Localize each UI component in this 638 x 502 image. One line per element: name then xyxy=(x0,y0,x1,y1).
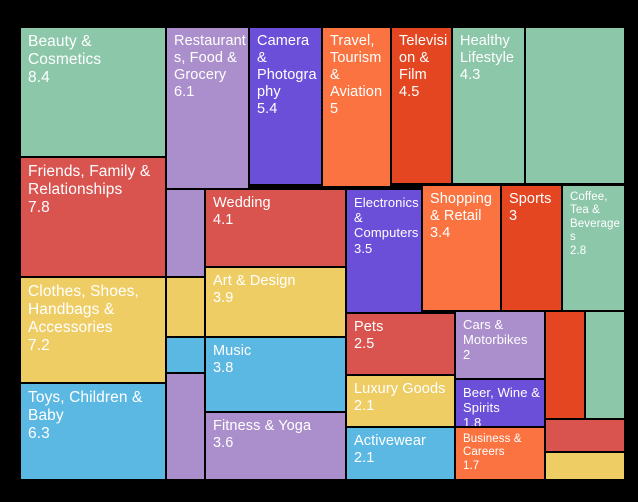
tile-category-label: Shopping & Retail xyxy=(430,191,493,224)
tile-category-label: Restaurants, Food & Grocery xyxy=(174,33,246,83)
treemap-tile-toys-children-baby[interactable]: Toys, Children & Baby 6.3 xyxy=(20,383,166,480)
tile-value-label: 3.4 xyxy=(430,224,451,241)
tile-value-label: 1.7 xyxy=(463,459,480,472)
tile-category-label: Electronics & Computers xyxy=(354,195,419,241)
treemap-tile-beauty-cosmetics[interactable]: Beauty & Cosmetics 8.4 xyxy=(20,27,166,157)
tile-value-label: 3.9 xyxy=(213,289,234,306)
treemap-chart: Beauty & Cosmetics 8.4 Friends, Family & R… xyxy=(0,0,638,502)
treemap-tile-beer-wine-spirits[interactable]: Beer, Wine & Spirits 1.8 xyxy=(455,379,545,427)
treemap-tile-unlabeled-14[interactable] xyxy=(166,189,205,277)
treemap-tile-unlabeled-16[interactable] xyxy=(166,337,205,373)
tile-category-label: Fitness & Yoga xyxy=(213,418,312,434)
tile-category-label: Friends, Family & Relationships xyxy=(28,163,151,199)
tile-value-label: 2.1 xyxy=(354,449,375,466)
treemap-tile-unlabeled-30[interactable] xyxy=(545,419,625,452)
tile-category-label: Beer, Wine & Spirits xyxy=(463,385,541,416)
treemap-tile-unlabeled-15[interactable] xyxy=(166,277,205,337)
treemap-tile-television-film[interactable]: Television & Film 4.5 xyxy=(391,27,452,184)
tile-category-label: Travel, Tourism & Aviation xyxy=(330,33,383,100)
tile-category-label: Activewear xyxy=(354,433,426,449)
tile-value-label: 1.8 xyxy=(463,415,482,427)
tile-category-label: Business & Careers xyxy=(463,433,522,459)
treemap-tile-unlabeled-9[interactable] xyxy=(525,27,625,184)
treemap-tile-wedding[interactable]: Wedding 4.1 xyxy=(205,189,346,267)
treemap-tile-unlabeled-28[interactable] xyxy=(545,311,585,419)
treemap-tile-coffee-tea-beverages[interactable]: Coffee, Tea & Beverages 2.8 xyxy=(562,185,625,311)
tile-value-label: 3.8 xyxy=(213,359,234,376)
treemap-tile-unlabeled-29[interactable] xyxy=(585,311,625,419)
tile-category-label: Luxury Goods xyxy=(354,381,446,397)
treemap-tile-electronics-computers[interactable]: Electronics & Computers 3.5 xyxy=(346,189,422,313)
treemap-tile-luxury-goods[interactable]: Luxury Goods 2.1 xyxy=(346,375,455,427)
treemap-tile-cars-motorbikes[interactable]: Cars & Motorbikes 2 xyxy=(455,311,545,379)
tile-category-label: Wedding xyxy=(213,195,271,211)
tile-value-label: 2.5 xyxy=(354,335,375,352)
treemap-tile-unlabeled-31[interactable] xyxy=(545,452,625,480)
treemap-tile-business-careers[interactable]: Business & Careers 1.7 xyxy=(455,427,545,480)
tile-value-label: 4.3 xyxy=(460,66,481,83)
tile-value-label: 6.3 xyxy=(28,425,50,443)
tile-value-label: 6.1 xyxy=(174,83,195,100)
treemap-tile-art-design[interactable]: Art & Design 3.9 xyxy=(205,267,346,337)
tile-category-label: Camera & Photography xyxy=(257,33,317,100)
tile-value-label: 4.5 xyxy=(399,83,420,100)
tile-category-label: Healthy Lifestyle xyxy=(460,33,515,66)
treemap-tile-music[interactable]: Music 3.8 xyxy=(205,337,346,412)
tile-value-label: 8.4 xyxy=(28,69,50,87)
tile-value-label: 7.2 xyxy=(28,337,50,355)
tile-value-label: 3 xyxy=(509,207,518,224)
treemap-tile-pets[interactable]: Pets 2.5 xyxy=(346,313,455,375)
tile-value-label: 7.8 xyxy=(28,199,50,217)
treemap-tile-shopping-retail[interactable]: Shopping & Retail 3.4 xyxy=(422,185,501,311)
treemap-tile-camera-photography[interactable]: Camera & Photography 5.4 xyxy=(249,27,322,185)
treemap-tile-healthy-lifestyle[interactable]: Healthy Lifestyle 4.3 xyxy=(452,27,525,184)
treemap-tile-unlabeled-17[interactable] xyxy=(166,373,205,480)
tile-value-label: 2.1 xyxy=(354,397,375,414)
tile-category-label: Cars & Motorbikes xyxy=(463,317,528,348)
tile-category-label: Coffee, Tea & Beverages xyxy=(570,191,621,244)
tile-value-label: 2 xyxy=(463,347,471,363)
tile-category-label: Beauty & Cosmetics xyxy=(28,33,102,69)
tile-value-label: 5.4 xyxy=(257,100,278,117)
treemap-tile-sports[interactable]: Sports 3 xyxy=(501,185,562,311)
tile-category-label: Television & Film xyxy=(399,33,448,83)
tile-category-label: Art & Design xyxy=(213,273,296,289)
tile-category-label: Toys, Children & Baby xyxy=(28,389,143,425)
tile-category-label: Music xyxy=(213,343,252,359)
tile-value-label: 3.6 xyxy=(213,434,234,451)
tile-value-label: 3.5 xyxy=(354,240,373,256)
tile-value-label: 4.1 xyxy=(213,211,234,228)
treemap-tile-activewear[interactable]: Activewear 2.1 xyxy=(346,427,455,480)
treemap-tile-clothes-shoes-handbags-accessories[interactable]: Clothes, Shoes, Handbags & Accessories 7.… xyxy=(20,277,166,383)
treemap-tile-travel-tourism-aviation[interactable]: Travel, Tourism & Aviation 5 xyxy=(322,27,391,187)
tile-value-label: 5 xyxy=(330,100,339,117)
tile-category-label: Pets xyxy=(354,319,384,335)
treemap-tile-friends-family-relationships[interactable]: Friends, Family & Relationships 7.8 xyxy=(20,157,166,277)
treemap-tile-fitness-yoga[interactable]: Fitness & Yoga 3.6 xyxy=(205,412,346,480)
tile-category-label: Clothes, Shoes, Handbags & Accessories xyxy=(28,283,139,337)
tile-category-label: Sports xyxy=(509,191,552,207)
tile-value-label: 2.8 xyxy=(570,244,587,257)
treemap-tile-restaurants-food-grocery[interactable]: Restaurants, Food & Grocery 6.1 xyxy=(166,27,249,189)
